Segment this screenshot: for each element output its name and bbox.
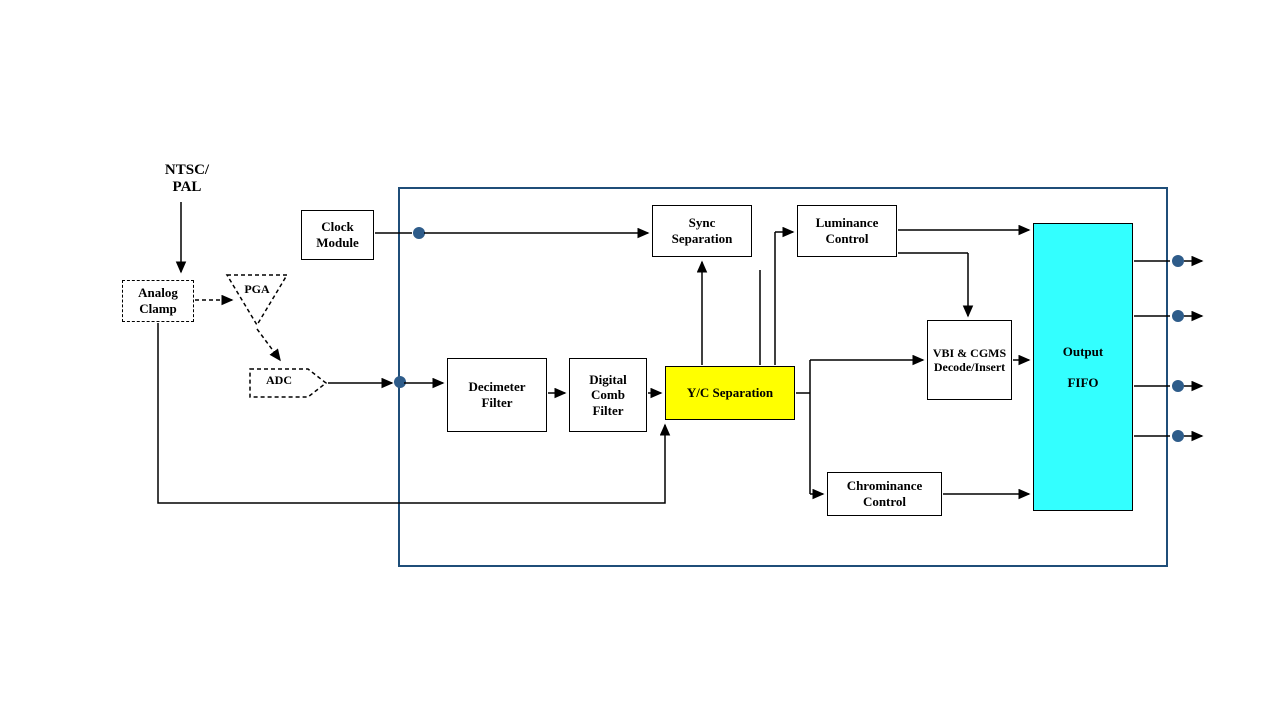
- input-label: NTSC/ PAL: [152, 162, 222, 196]
- vbi-cgms-block: VBI & CGMS Decode/Insert: [927, 320, 1012, 400]
- pga-block: PGA: [222, 270, 292, 330]
- dot-adc-junction: [394, 376, 406, 388]
- decimeter-filter-block: Decimeter Filter: [447, 358, 547, 432]
- digital-comb-filter-block: Digital Comb Filter: [569, 358, 647, 432]
- output-fifo-label-bottom: FIFO: [1067, 375, 1098, 390]
- yc-separation-block: Y/C Separation: [665, 366, 795, 420]
- clock-module-block: Clock Module: [301, 210, 374, 260]
- luminance-control-label: Luminance Control: [802, 215, 892, 246]
- decimeter-filter-label: Decimeter Filter: [452, 379, 542, 410]
- dot-output-4: [1172, 430, 1184, 442]
- adc-block: ADC: [248, 367, 328, 399]
- sync-separation-block: Sync Separation: [652, 205, 752, 257]
- input-label-line1: NTSC/: [165, 162, 209, 178]
- dot-output-3: [1172, 380, 1184, 392]
- yc-separation-label: Y/C Separation: [687, 385, 773, 401]
- dot-output-2: [1172, 310, 1184, 322]
- sync-separation-label: Sync Separation: [657, 215, 747, 246]
- dot-output-1: [1172, 255, 1184, 267]
- chrominance-control-block: Chrominance Control: [827, 472, 942, 516]
- analog-clamp-block: Analog Clamp: [122, 280, 194, 322]
- dot-clock-junction: [413, 227, 425, 239]
- input-label-line2: PAL: [173, 179, 202, 195]
- chrominance-control-label: Chrominance Control: [832, 478, 937, 509]
- digital-comb-filter-label: Digital Comb Filter: [574, 372, 642, 419]
- luminance-control-block: Luminance Control: [797, 205, 897, 257]
- clock-module-label: Clock Module: [306, 219, 369, 250]
- output-fifo-label-top: Output: [1063, 344, 1103, 359]
- output-fifo-block: Output FIFO: [1033, 223, 1133, 511]
- adc-label: ADC: [248, 373, 310, 388]
- pga-label: PGA: [222, 282, 292, 297]
- analog-clamp-label: Analog Clamp: [127, 285, 189, 316]
- vbi-cgms-label: VBI & CGMS Decode/Insert: [932, 346, 1007, 375]
